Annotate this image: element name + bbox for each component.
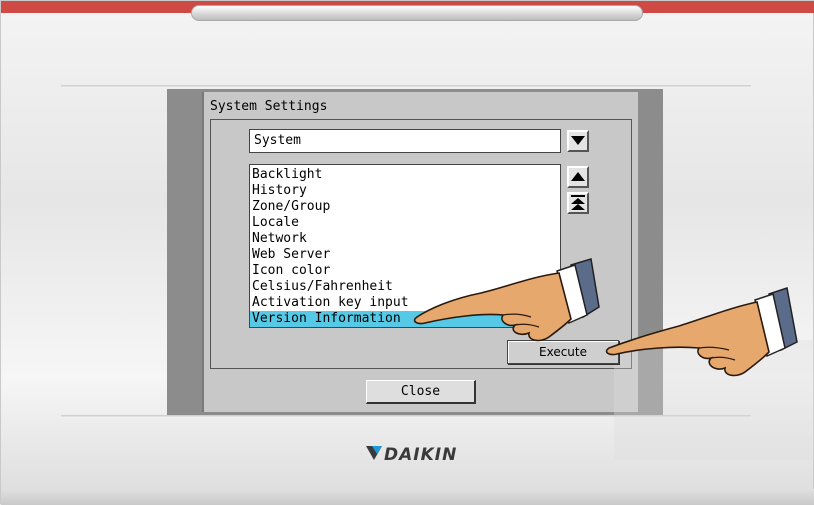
- touch-panel-device: System Settings System Backlight History Z…: [0, 0, 814, 505]
- screen-title: System Settings: [210, 99, 328, 114]
- device-bottom-edge: [1, 489, 814, 505]
- brand-name: DAIKIN: [384, 445, 458, 465]
- list-item[interactable]: Zone/Group: [250, 199, 560, 215]
- daikin-logo: DAIKIN: [366, 445, 457, 465]
- list-item[interactable]: Network: [250, 231, 560, 247]
- list-item[interactable]: History: [250, 183, 560, 199]
- scroll-top-button[interactable]: [567, 192, 589, 214]
- pointing-hand-icon: [601, 286, 801, 385]
- list-item[interactable]: Locale: [250, 215, 560, 231]
- scroll-up-button[interactable]: [567, 166, 589, 188]
- chevron-down-icon: [571, 136, 585, 146]
- daikin-logo-icon: [366, 445, 382, 465]
- dropdown-button[interactable]: [567, 130, 589, 152]
- category-dropdown[interactable]: System: [249, 129, 561, 153]
- list-item[interactable]: Backlight: [250, 167, 560, 183]
- system-settings-screen: System Settings System Backlight History Z…: [202, 92, 814, 460]
- close-button[interactable]: Close: [366, 380, 476, 404]
- bezel-top-line: [61, 85, 751, 88]
- stylus: [191, 5, 643, 21]
- pointing-hand-icon: [411, 257, 601, 351]
- triangle-up-icon: [571, 172, 585, 182]
- double-triangle-up-icon: [571, 195, 585, 211]
